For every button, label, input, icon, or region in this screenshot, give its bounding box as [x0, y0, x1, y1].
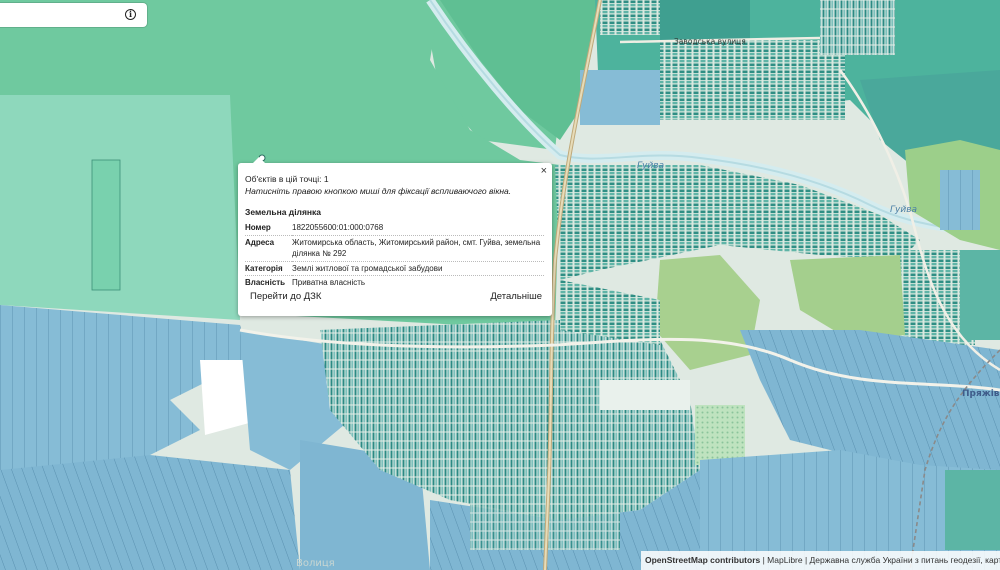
- feature-popup[interactable]: × Об'єктів в цій точці: 1 Натисніть прав…: [238, 157, 552, 316]
- residential-area: [820, 0, 895, 55]
- attribution-separator: |: [802, 555, 810, 565]
- attribute-value: Землі житлової та громадської забудови: [292, 261, 544, 276]
- popup-tip: [253, 157, 265, 163]
- street-label: Заводська вулиця: [674, 37, 746, 46]
- object-count: Об'єктів в цій точці: 1: [245, 174, 329, 184]
- goto-cadastre-link[interactable]: Перейти до ДЗК: [250, 291, 321, 302]
- residential-area: [660, 40, 845, 120]
- popup-hint: Натисніть правою кнопкою миші для фіксац…: [245, 186, 512, 196]
- forest-area: [660, 0, 750, 40]
- attribute-key: Власність: [245, 278, 286, 287]
- meadow-area: [91, 159, 121, 291]
- section-title: Земельна ділянка: [245, 207, 322, 217]
- attribute-key: Адреса: [245, 235, 292, 262]
- river-label: Гуйва: [890, 205, 917, 215]
- attributes-table: Номер 1822055600:01:000:0768 Адреса Жито…: [245, 221, 544, 290]
- table-row: Адреса Житомирська область, Житомирський…: [245, 235, 544, 262]
- info-icon[interactable]: i: [125, 9, 136, 20]
- parcel-area: [0, 455, 300, 570]
- parcel-area: [940, 170, 980, 230]
- popup-footer: Перейти до ДЗК Детальніше: [250, 291, 542, 302]
- table-row: Власність Приватна власність: [245, 276, 544, 290]
- search-box[interactable]: i: [0, 3, 147, 27]
- parcel-area: [580, 70, 660, 125]
- village-label: Волиця: [296, 558, 335, 569]
- map-attribution: OpenStreetMap contributors | MapLibre | …: [641, 551, 1000, 570]
- agency-attribution: Державна служба України з питань геодезі…: [809, 555, 1000, 565]
- village-label: Пряжів: [962, 388, 1000, 399]
- attribute-key: Номер: [245, 221, 292, 236]
- details-link[interactable]: Детальніше: [490, 291, 542, 302]
- maplibre-link[interactable]: MapLibre: [767, 555, 802, 565]
- table-row: Номер 1822055600:01:000:0768: [245, 221, 544, 236]
- popup-body: Об'єктів в цій точці: 1 Натисніть правою…: [245, 173, 544, 290]
- field-area: [600, 380, 690, 410]
- parcel-area: [945, 470, 1000, 550]
- grass-area: [695, 405, 745, 465]
- residential-area: [600, 0, 660, 35]
- attribute-value: Житомирська область, Житомирський район,…: [292, 235, 544, 262]
- attribute-key: Категорія: [245, 261, 292, 276]
- attribute-value: 1822055600:01:000:0768: [292, 221, 544, 236]
- table-row: Категорія Землі житлової та громадської …: [245, 261, 544, 276]
- river-label: Гуйва: [637, 161, 664, 171]
- parcel-area: [960, 250, 1000, 340]
- osm-attribution-link[interactable]: OpenStreetMap contributors: [645, 555, 760, 565]
- attribute-value: Приватна власність: [292, 278, 366, 287]
